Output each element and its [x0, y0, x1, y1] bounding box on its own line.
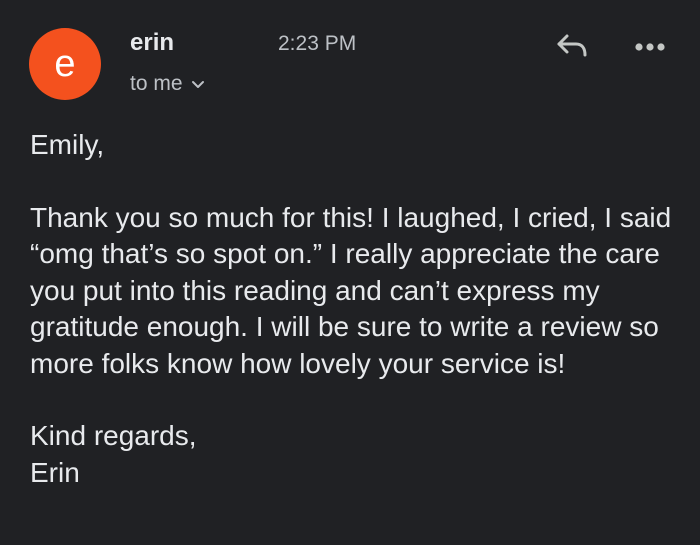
more-options-button[interactable] [626, 30, 674, 66]
sender-name[interactable]: erin [130, 29, 174, 57]
chevron-down-icon [191, 80, 205, 90]
message-closing: Kind regards, [30, 420, 197, 451]
message-header: e erin 2:23 PM to me [0, 0, 700, 110]
message-body: Emily, Thank you so much for this! I lau… [30, 127, 680, 491]
recipient-details-toggle[interactable]: to me [130, 72, 205, 96]
reply-button[interactable] [550, 28, 594, 68]
message-signature: Erin [30, 456, 80, 488]
message-paragraph: Thank you so much for this! I laughed, I… [30, 201, 672, 379]
recipient-label: to me [130, 72, 183, 95]
more-horizontal-icon [634, 39, 666, 57]
sent-time: 2:23 PM [278, 32, 357, 55]
sender-avatar[interactable]: e [29, 28, 101, 100]
reply-icon [554, 31, 590, 66]
message-greeting: Emily, [30, 129, 105, 160]
